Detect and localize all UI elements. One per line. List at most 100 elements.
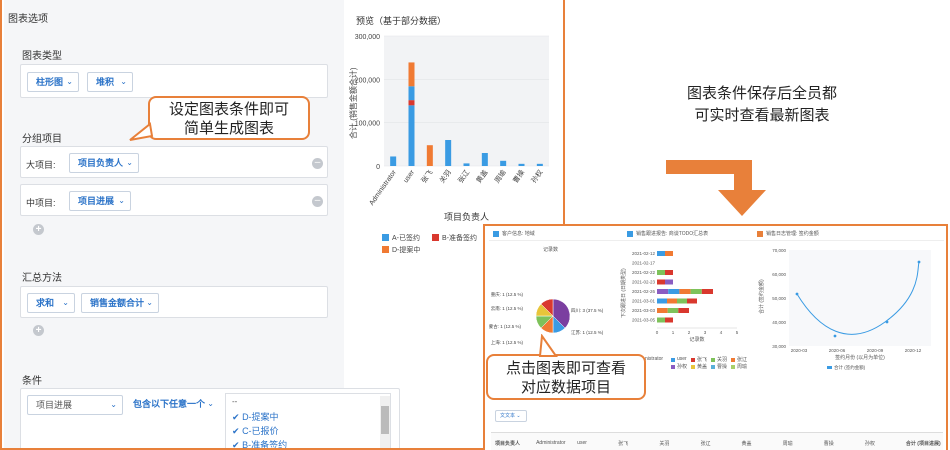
bar[interactable] bbox=[657, 317, 665, 323]
bar[interactable] bbox=[667, 298, 677, 304]
bar-segment[interactable] bbox=[463, 163, 470, 166]
aggregation-method-select[interactable]: 求和 ⌄ bbox=[27, 293, 75, 313]
stack-mode-select[interactable]: 堆积 ⌄ bbox=[87, 72, 133, 92]
bar-segment[interactable] bbox=[408, 105, 415, 166]
bar[interactable] bbox=[657, 289, 669, 294]
major-group-select[interactable]: 项目负责人 ⌄ bbox=[69, 153, 139, 173]
y-tick-label: 50,000 bbox=[772, 296, 786, 301]
table-header-cell[interactable]: 孙权 bbox=[865, 440, 875, 447]
remove-minor-group-icon[interactable]: – bbox=[312, 196, 323, 207]
chevron-down-icon: ⌄ bbox=[118, 196, 125, 205]
table-header-cell[interactable]: 张飞 bbox=[618, 440, 628, 447]
legend-swatch bbox=[827, 366, 832, 369]
bar[interactable] bbox=[701, 289, 713, 294]
scrollbar-thumb[interactable] bbox=[381, 406, 389, 434]
table-header-cell[interactable]: 合计 (项目进展) bbox=[906, 440, 941, 447]
bar-segment[interactable] bbox=[426, 145, 433, 166]
legend-label: D-提案中 bbox=[392, 245, 420, 254]
bar-segment[interactable] bbox=[536, 163, 543, 166]
table-header-cell[interactable]: user bbox=[577, 440, 587, 446]
card-title-contract: 销售日志管理: 签约金额 bbox=[766, 231, 819, 237]
chart-type-title: 图表类型 bbox=[22, 51, 62, 62]
chevron-down-icon: ⌄ bbox=[207, 399, 214, 408]
bar[interactable] bbox=[667, 308, 679, 313]
callout-line: 设定图表条件即可 bbox=[168, 100, 289, 118]
x-tick-label: 2 bbox=[688, 330, 691, 335]
table-header-cell[interactable]: 曹操 bbox=[824, 440, 834, 447]
option-prepare-sign[interactable]: ✔ B-准备签约 bbox=[232, 438, 288, 450]
line-chart[interactable]: 70,000 60,000 50,000 40,000 30,000 合计 (签约金额) 2… bbox=[753, 242, 945, 374]
bar[interactable] bbox=[665, 270, 673, 275]
condition-field-select[interactable]: 项目进展 ⌄ bbox=[27, 395, 123, 415]
x-tick-label: 2020-12 bbox=[905, 348, 922, 353]
bar[interactable] bbox=[657, 298, 667, 304]
table-header-cell[interactable]: 张辽 bbox=[700, 440, 710, 447]
option-label: -- bbox=[232, 397, 238, 406]
data-point[interactable] bbox=[795, 292, 799, 296]
x-tick-label: 2020-06 bbox=[829, 348, 846, 353]
plot-area bbox=[789, 250, 931, 346]
aggregation-field-select[interactable]: 销售金额合计 ⌄ bbox=[81, 293, 159, 313]
x-tick-label: 曹操 bbox=[511, 168, 526, 185]
horizontal-bar-chart[interactable]: 下次跟进日 (日期类型) 2021-02-12 2021-02-17 2021-02-… bbox=[619, 244, 747, 368]
pie-label: 江苏: 1 (12.5 %) bbox=[571, 329, 604, 336]
major-group-card: 大项目: 项目负责人 ⌄ – bbox=[20, 146, 328, 178]
bar[interactable] bbox=[657, 251, 665, 256]
table-header-cell[interactable]: 关羽 bbox=[659, 440, 669, 447]
legend-swatch bbox=[382, 246, 389, 253]
option-label: B-准备签约 bbox=[242, 440, 288, 450]
preview-title: 预览（基于部分数据） bbox=[356, 16, 447, 26]
bar[interactable] bbox=[668, 289, 680, 294]
bar-segment[interactable] bbox=[481, 153, 488, 166]
legend-item: nistrator bbox=[645, 356, 664, 362]
table-filter-select[interactable]: 文文本 ⌄ bbox=[495, 410, 527, 422]
data-point[interactable] bbox=[917, 260, 921, 264]
add-aggregation-icon[interactable]: + bbox=[33, 325, 44, 336]
bar-segment[interactable] bbox=[408, 86, 415, 101]
condition-field-value: 项目进展 bbox=[36, 400, 73, 410]
option-quoted[interactable]: ✔ C-已报价 bbox=[232, 424, 279, 437]
bar-segment[interactable] bbox=[500, 160, 507, 166]
bar[interactable] bbox=[679, 289, 691, 294]
table-header-cell[interactable]: 黄盖 bbox=[742, 440, 752, 447]
minor-group-select[interactable]: 项目进展 ⌄ bbox=[69, 191, 131, 211]
bar[interactable] bbox=[665, 279, 673, 285]
bar[interactable] bbox=[690, 289, 702, 294]
x-tick-label: 孙权 bbox=[529, 168, 544, 185]
add-group-icon[interactable]: + bbox=[33, 224, 44, 235]
bar[interactable] bbox=[665, 317, 673, 323]
bar-segment[interactable] bbox=[408, 62, 415, 87]
bar[interactable] bbox=[665, 251, 673, 256]
condition-operator-select[interactable]: 包含以下任意一个 ⌄ bbox=[129, 395, 219, 415]
legend-swatch bbox=[671, 358, 675, 362]
bar[interactable] bbox=[677, 298, 687, 304]
legend-swatch bbox=[731, 358, 735, 362]
chevron-down-icon: ⌄ bbox=[120, 77, 127, 86]
legend-item: 孙权 bbox=[677, 364, 688, 370]
bar[interactable] bbox=[657, 279, 665, 285]
y-axis-label: 下次跟进日 (日期类型) bbox=[620, 268, 627, 318]
options-scrollbar[interactable] bbox=[380, 396, 390, 448]
bar-segment[interactable] bbox=[518, 163, 525, 166]
data-point[interactable] bbox=[833, 334, 837, 338]
option-proposal[interactable]: ✔ D-提案中 bbox=[232, 410, 279, 423]
chart-type-select[interactable]: 柱形图 ⌄ bbox=[27, 72, 79, 92]
chart-settings-panel: 图表选项 图表类型 柱形图 ⌄ 堆积 ⌄ 分组项目 大项目: 项目负责人 ⌄ –… bbox=[0, 0, 565, 450]
table-header-cell[interactable]: 项目负责人 bbox=[495, 440, 520, 447]
option-none[interactable]: -- bbox=[232, 397, 237, 406]
bar[interactable] bbox=[678, 308, 689, 313]
bar[interactable] bbox=[657, 308, 668, 313]
y-tick-label: 40,000 bbox=[772, 320, 786, 325]
remove-major-group-icon[interactable]: – bbox=[312, 158, 323, 169]
table-header-cell[interactable]: 周瑜 bbox=[783, 440, 793, 447]
legend-label: B-准备签约 bbox=[442, 233, 477, 242]
caption-line: 可实时查看最新图表 bbox=[694, 106, 830, 124]
table-header-cell[interactable]: Administrator bbox=[536, 440, 565, 446]
y-tick-label: 2021-02-23 bbox=[632, 280, 656, 285]
bar-segment[interactable] bbox=[408, 100, 415, 106]
bar[interactable] bbox=[687, 298, 697, 304]
bar-segment[interactable] bbox=[445, 140, 452, 166]
bar-segment[interactable] bbox=[390, 156, 397, 166]
data-point[interactable] bbox=[885, 320, 889, 324]
bar[interactable] bbox=[657, 270, 665, 275]
